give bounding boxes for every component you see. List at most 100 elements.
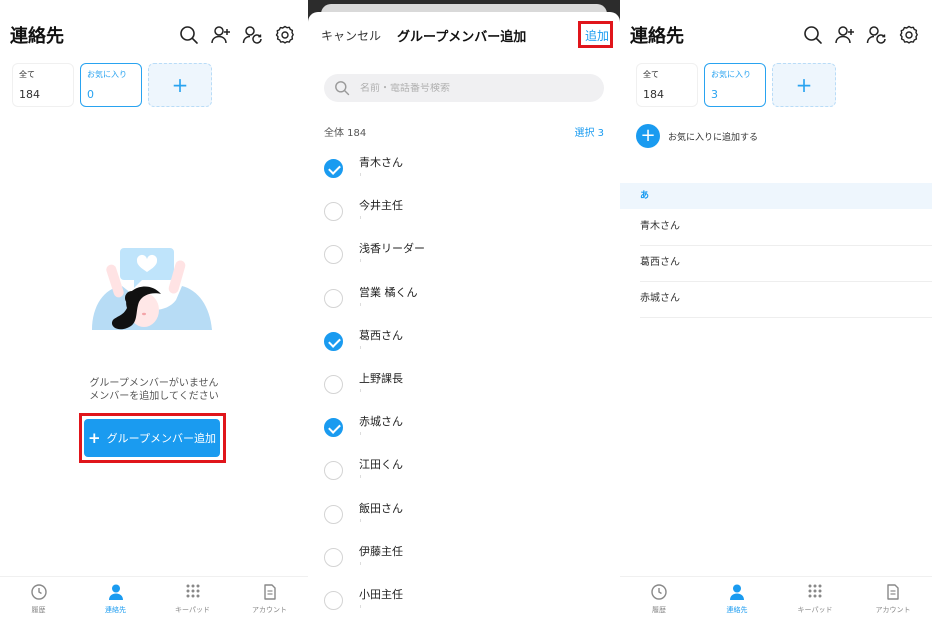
add-user-icon[interactable] xyxy=(834,24,856,46)
tab-label: 連絡先 xyxy=(105,606,126,614)
filter-favorites-chip[interactable]: お気に入り 0 xyxy=(80,63,142,107)
chip-count: 184 xyxy=(19,88,40,101)
settings-icon[interactable] xyxy=(274,24,296,46)
contact-row[interactable]: 赤城さん xyxy=(640,282,932,318)
add-member-sheet: キャンセル グループメンバー追加 追加 全体 184 選択 3 青木さん今井主任… xyxy=(308,12,620,622)
filter-all-chip[interactable]: 全て 184 xyxy=(12,63,74,107)
member-name: 飯田さん xyxy=(359,501,403,515)
member-checkbox[interactable] xyxy=(324,159,343,178)
add-to-favorites-label: お気に入りに追加する xyxy=(668,132,759,143)
document-icon xyxy=(263,584,276,600)
page-title: 連絡先 xyxy=(630,26,684,47)
tab-label: キーパッド xyxy=(175,606,210,614)
person-icon xyxy=(108,584,123,600)
sheet-title: グループメンバー追加 xyxy=(397,30,527,45)
member-checkbox[interactable] xyxy=(324,375,343,394)
filter-favorites-chip[interactable]: お気に入り 3 xyxy=(704,63,766,107)
member-row[interactable]: 青木さん xyxy=(308,150,620,193)
member-subtitle xyxy=(360,302,361,306)
member-subtitle xyxy=(360,605,361,608)
tab-keypad[interactable]: キーパッド xyxy=(154,577,231,622)
member-checkbox[interactable] xyxy=(324,331,343,351)
search-icon[interactable] xyxy=(178,24,200,46)
search-icon[interactable] xyxy=(802,24,824,46)
highlight-box xyxy=(79,413,226,463)
document-icon xyxy=(887,584,899,600)
member-subtitle xyxy=(360,259,361,263)
member-name: 上野課長 xyxy=(359,372,403,385)
clock-icon xyxy=(30,584,47,600)
chip-count: 0 xyxy=(87,88,94,101)
contact-row[interactable]: 葛西さん xyxy=(640,246,932,282)
empty-message: グループメンバーがいません メンバーを追加してください xyxy=(0,377,308,403)
member-subtitle xyxy=(360,432,361,436)
member-checkbox[interactable] xyxy=(324,461,343,481)
cancel-button[interactable]: キャンセル xyxy=(321,27,381,44)
member-row[interactable]: 浅香リーダー xyxy=(308,236,620,279)
member-checkbox[interactable] xyxy=(324,418,343,438)
member-checkbox[interactable] xyxy=(324,547,343,567)
member-checkbox[interactable] xyxy=(324,591,343,610)
contact-row[interactable]: 青木さん xyxy=(640,210,932,246)
tab-history[interactable]: 履歴 xyxy=(620,577,698,622)
member-row[interactable]: 今井主任 xyxy=(308,193,620,236)
tab-label: 連絡先 xyxy=(726,606,748,614)
tab-account[interactable]: アカウント xyxy=(854,577,932,622)
empty-message-line2: メンバーを追加してください xyxy=(89,391,219,402)
tab-label: アカウント xyxy=(875,606,911,614)
page-title: 連絡先 xyxy=(10,26,64,47)
tab-contacts[interactable]: 連絡先 xyxy=(698,577,776,622)
member-checkbox[interactable] xyxy=(324,245,343,265)
empty-illustration xyxy=(92,248,212,330)
member-name: 伊藤主任 xyxy=(359,544,403,558)
search-icon xyxy=(335,81,350,96)
member-name: 青木さん xyxy=(359,156,403,169)
add-user-icon[interactable] xyxy=(210,24,232,46)
user-sync-icon[interactable] xyxy=(866,24,888,46)
member-name: 葛西さん xyxy=(359,328,403,342)
member-row[interactable]: 赤城さん xyxy=(308,409,620,452)
search-input[interactable] xyxy=(360,82,580,94)
tab-history[interactable]: 履歴 xyxy=(0,577,77,622)
member-subtitle xyxy=(360,475,361,479)
add-to-favorites-row[interactable]: + お気に入りに追加する xyxy=(636,124,758,148)
tab-contacts[interactable]: 連絡先 xyxy=(77,577,154,622)
member-name: 小田主任 xyxy=(359,588,403,601)
chip-count: 184 xyxy=(643,88,664,101)
add-group-chip[interactable]: + xyxy=(148,63,212,107)
search-field[interactable] xyxy=(324,74,604,102)
settings-icon[interactable] xyxy=(898,24,920,46)
chip-count: 3 xyxy=(711,88,718,101)
member-subtitle xyxy=(360,173,361,176)
chip-label: お気に入り xyxy=(87,70,127,79)
member-subtitle xyxy=(360,518,361,522)
chip-label: 全て xyxy=(19,70,35,79)
member-row[interactable]: 小田主任 xyxy=(308,582,620,622)
member-row[interactable]: 葛西さん xyxy=(308,323,620,366)
member-checkbox[interactable] xyxy=(324,504,343,524)
member-name: 赤城さん xyxy=(359,415,403,429)
add-group-chip[interactable]: + xyxy=(772,63,836,107)
member-row[interactable]: 江田くん xyxy=(308,452,620,495)
person-icon xyxy=(730,584,744,600)
tab-label: 履歴 xyxy=(31,606,46,614)
member-name: 営業 橘くん xyxy=(359,285,418,299)
member-row[interactable]: 飯田さん xyxy=(308,496,620,539)
tab-account[interactable]: アカウント xyxy=(231,577,308,622)
header: 連絡先 xyxy=(0,16,308,56)
member-subtitle xyxy=(360,389,361,392)
tab-keypad[interactable]: キーパッド xyxy=(776,577,854,622)
member-row[interactable]: 営業 橘くん xyxy=(308,280,620,323)
contacts-screen-favorites: 連絡先 全て 184 お気に入り 3 + + お気に入りに追加する あ 青木さん… xyxy=(620,0,932,622)
tab-label: キーパッド xyxy=(797,606,833,614)
user-sync-icon[interactable] xyxy=(242,24,264,46)
section-header: あ xyxy=(620,183,932,209)
member-row[interactable]: 伊藤主任 xyxy=(308,539,620,582)
filter-all-chip[interactable]: 全て 184 xyxy=(636,63,698,107)
member-checkbox[interactable] xyxy=(324,202,343,222)
total-count: 全体 184 xyxy=(324,128,367,139)
member-name: 江田くん xyxy=(359,458,403,472)
member-checkbox[interactable] xyxy=(324,288,343,308)
member-name: 今井主任 xyxy=(359,199,403,213)
member-row[interactable]: 上野課長 xyxy=(308,366,620,409)
